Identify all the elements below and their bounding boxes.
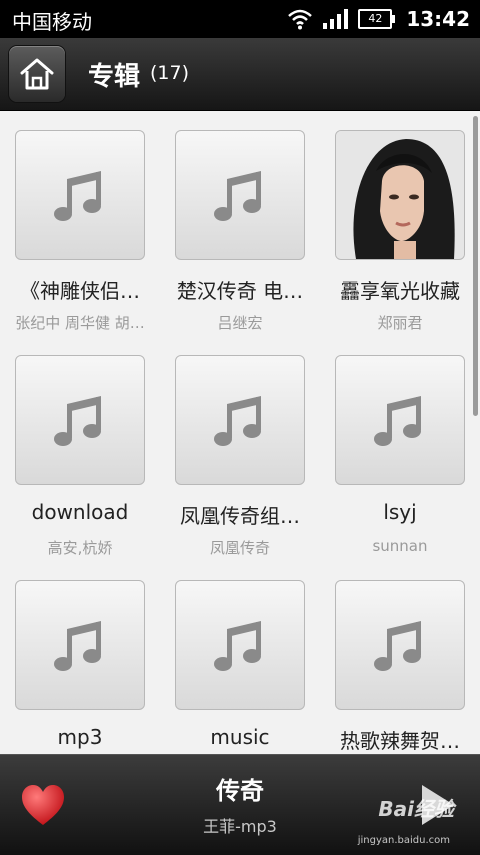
music-note-icon [54,171,101,221]
home-button[interactable] [9,46,65,102]
album-name: 热歌辣舞贺… [340,729,460,753]
album-tile[interactable]: 《神雕侠侣… 张纪中 周华健 胡… [0,130,160,350]
status-bar: 中国移动 42 13:42 [0,0,480,38]
album-name: lsyj [383,500,417,524]
album-name: music [210,725,270,749]
album-tile[interactable]: music [160,580,320,754]
album-cover-photo [335,130,465,260]
album-name: 楚汉传奇 电… [176,279,304,303]
album-tile[interactable]: 靐享氧光收藏 郑丽君 [320,130,470,350]
album-cover [15,130,145,260]
album-cover [175,580,305,710]
album-cover [175,355,305,485]
home-icon [20,58,54,90]
album-name: 《神雕侠侣… [20,279,140,303]
title-bar: 专辑 (17) [0,38,480,111]
album-cover [335,355,465,485]
music-note-icon [54,396,101,446]
portrait-photo [336,131,464,259]
album-name: mp3 [57,725,103,749]
album-count: (17) [150,62,190,84]
carrier-name: 中国移动 [12,10,92,34]
music-note-icon [214,396,261,446]
now-playing-bar[interactable]: 传奇 王菲-mp3 Bai经验 jingyan.baidu.com [0,754,480,855]
music-note-icon [214,621,261,671]
album-grid: 《神雕侠侣… 张纪中 周华健 胡… 楚汉传奇 电… 吕继宏 靐享氧光收藏 郑丽君… [0,112,470,754]
watermark-url: jingyan.baidu.com [357,835,450,846]
album-name: download [31,500,129,524]
album-artist: sunnan [372,537,428,555]
music-note-icon [374,396,421,446]
album-cover [15,355,145,485]
album-name: 凤凰传奇组… [180,504,300,528]
music-note-icon [374,621,421,671]
album-artist: 吕继宏 [217,314,263,332]
watermark-logo: Bai经验 [378,797,454,821]
wifi-icon [288,9,313,30]
battery-icon: 42 [358,9,396,29]
album-tile[interactable]: mp3 [0,580,160,754]
album-tile[interactable]: 凤凰传奇组… 凤凰传奇 [160,355,320,575]
album-artist: 高安,杭娇 [47,539,113,557]
album-cover [15,580,145,710]
status-icons: 42 13:42 [287,5,470,33]
clock: 13:42 [406,7,470,31]
album-artist: 张纪中 周华健 胡… [15,314,145,332]
album-tile[interactable]: download 高安,杭娇 [0,355,160,575]
album-artist: 凤凰传奇 [209,539,270,557]
scrollbar[interactable] [473,116,478,416]
album-tile[interactable]: 热歌辣舞贺… [320,580,470,754]
album-artist: 郑丽君 [377,314,423,332]
album-cover [175,130,305,260]
album-cover [335,580,465,710]
signal-icon [323,9,349,29]
album-tile[interactable]: lsyj sunnan [320,355,470,575]
album-name: 靐享氧光收藏 [340,279,460,303]
music-note-icon [214,171,261,221]
music-note-icon [54,621,101,671]
page-title: 专辑 [88,62,141,92]
album-tile[interactable]: 楚汉传奇 电… 吕继宏 [160,130,320,350]
